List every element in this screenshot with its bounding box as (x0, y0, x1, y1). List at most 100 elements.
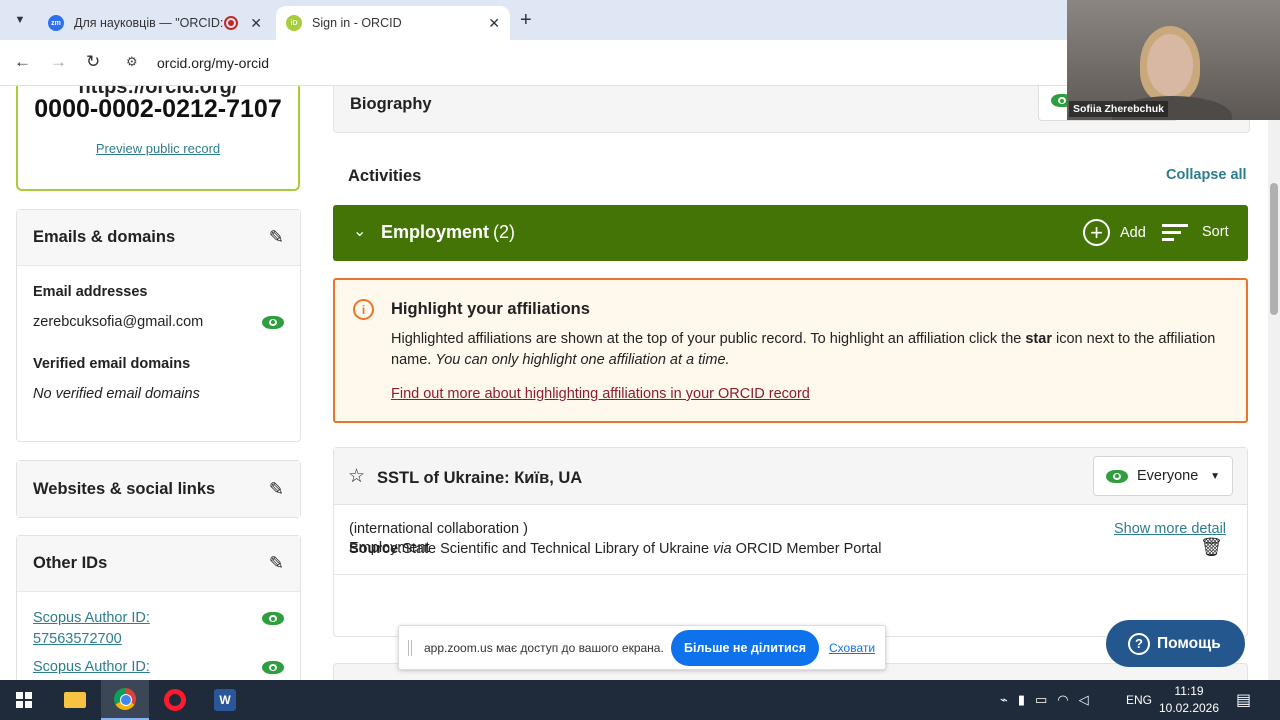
edit-pencil-icon[interactable]: ✎ (269, 479, 284, 500)
sort-button[interactable]: Sort (1162, 223, 1229, 241)
clock-date: 10.02.2026 (1158, 701, 1220, 715)
page-scrollbar[interactable] (1268, 86, 1280, 680)
highlight-affiliations-notice: i Highlight your affiliations Highlighte… (333, 278, 1248, 423)
orcid-id-number: 0000-0002-0212-7107 (34, 95, 282, 123)
websites-card: Websites & social links ✎ (16, 460, 301, 518)
other-ids-card-header: Other IDs ✎ (17, 536, 300, 592)
chrome-taskbar-button[interactable] (101, 680, 149, 720)
drag-handle-icon[interactable] (408, 640, 412, 656)
employment-title-text: Employment (381, 222, 490, 242)
word-taskbar-button[interactable]: W (201, 680, 249, 720)
notification-icon[interactable]: ▤ (1236, 680, 1251, 720)
preview-public-record-link[interactable]: Preview public record (18, 141, 298, 156)
windows-logo-icon (16, 692, 32, 708)
scrollbar-thumb[interactable] (1270, 183, 1278, 315)
hide-link[interactable]: Сховати (829, 641, 875, 655)
activities-heading: Activities (348, 167, 422, 185)
windows-taskbar: W ⌁ ▮ ▭ ◠ ◁ ENG 11:19 10.02.2026 ▤ (0, 680, 1280, 720)
source-label: Source (349, 541, 399, 557)
affiliation-title: SSTL of Ukraine: Київ, UA (377, 469, 583, 487)
list-item: Scopus Author ID: 57563572700 (33, 608, 284, 650)
notice-text-part: Highlighted affiliations are shown at th… (391, 331, 1026, 347)
info-icon: i (353, 299, 374, 320)
add-label: Add (1120, 224, 1146, 241)
add-employment-button[interactable]: + Add (1083, 219, 1146, 246)
orcid-id-card: https://orcid.org/ 0000-0002-0212-7107 P… (16, 86, 300, 191)
system-tray-icons[interactable]: ⌁ ▮ ▭ ◠ ◁ (1000, 680, 1089, 720)
zoom-share-message: app.zoom.us має доступ до вашого екрана. (424, 641, 664, 655)
visibility-eye-icon (1106, 469, 1128, 483)
new-tab-plus-icon[interactable]: + (520, 9, 532, 32)
zoom-share-bar: app.zoom.us має доступ до вашого екрана.… (398, 625, 886, 670)
tab-search-chevron-icon[interactable]: ▼ (8, 9, 32, 31)
visibility-dropdown[interactable]: Everyone ▼ (1093, 456, 1233, 496)
close-tab-icon[interactable]: ✕ (250, 15, 262, 32)
websites-title: Websites & social links (33, 479, 216, 498)
show-more-detail-link[interactable]: Show more detail (1114, 521, 1226, 537)
close-tab-icon[interactable]: ✕ (488, 15, 500, 32)
star-icon[interactable]: ☆ (348, 465, 365, 488)
opera-taskbar-button[interactable] (151, 680, 199, 720)
notice-text: Highlighted affiliations are shown at th… (391, 329, 1231, 371)
edit-pencil-icon[interactable]: ✎ (269, 227, 284, 248)
webcam-name-label: Sofiia Zherebchuk (1069, 101, 1169, 117)
word-icon: W (214, 689, 236, 711)
scopus-id-label-link[interactable]: Scopus Author ID: (33, 657, 150, 678)
websites-card-header: Websites & social links ✎ (17, 461, 300, 517)
chrome-icon (114, 688, 136, 710)
tab-zoom[interactable]: zm Для науковців — "ORCID: ✕ (38, 6, 272, 40)
start-button[interactable] (0, 680, 48, 720)
site-settings-icon[interactable]: ⚙ (126, 54, 138, 70)
battery-icon[interactable]: ▭ (1035, 692, 1047, 708)
edit-pencil-icon[interactable]: ✎ (269, 553, 284, 574)
source-org: State Scientific and Technical Library o… (402, 541, 710, 557)
help-button[interactable]: ? Помощь (1106, 620, 1245, 667)
webcam-face (1147, 34, 1193, 96)
scopus-id-value-link[interactable]: 57563572700 (33, 629, 150, 650)
file-explorer-button[interactable] (51, 680, 99, 720)
visibility-eye-icon[interactable] (262, 315, 284, 329)
scopus-id-label-link[interactable]: Scopus Author ID: (33, 608, 150, 629)
sort-label: Sort (1202, 224, 1229, 240)
chevron-down-icon[interactable]: ⌄ (353, 221, 366, 241)
usb-icon[interactable]: ▮ (1018, 692, 1025, 708)
opera-icon (164, 689, 186, 711)
verified-domains-label: Verified email domains (33, 356, 191, 372)
tab-orcid-signin[interactable]: iD Sign in - ORCID ✕ (276, 6, 510, 40)
collapse-all-link[interactable]: Collapse all (1166, 167, 1247, 183)
affiliation-source: Source:State Scientific and Technical Li… (349, 541, 882, 557)
emails-title: Emails & domains (33, 228, 176, 246)
clock-time: 11:19 (1174, 684, 1204, 698)
emails-card-header: Emails & domains ✎ (17, 210, 300, 266)
notice-title: Highlight your affiliations (391, 300, 590, 318)
email-value: zerebcuksofia@gmail.com (33, 314, 204, 330)
language-indicator[interactable]: ENG (1126, 680, 1152, 720)
highlight-info-link[interactable]: Find out more about highlighting affilia… (391, 386, 810, 402)
other-ids-title: Other IDs (33, 554, 108, 572)
network-icon[interactable]: ⌁ (1000, 692, 1008, 708)
visibility-eye-icon[interactable] (262, 612, 284, 625)
clock[interactable]: 11:19 10.02.2026 (1158, 680, 1220, 720)
orcid-favicon-icon: iD (286, 15, 302, 31)
employment-section-header[interactable]: ⌄ Employment (2) + Add Sort (333, 205, 1248, 261)
add-circle-icon: + (1083, 219, 1110, 246)
employment-count: (2) (493, 222, 516, 242)
stop-sharing-button[interactable]: Більше не ділитися (671, 630, 819, 666)
emails-card: Emails & domains ✎ Email addresses zereb… (16, 209, 301, 442)
source-via: via (713, 541, 732, 557)
url-field[interactable]: orcid.org/my-orcid (157, 55, 269, 71)
affiliation-header: ☆ SSTL of Ukraine: Київ, UA Everyone ▼ (334, 448, 1247, 505)
reload-icon[interactable]: ↻ (86, 52, 100, 72)
affiliation-body: (international collaboration ) Employmen… (334, 505, 1247, 575)
trash-icon[interactable]: 🗑 (1200, 537, 1223, 558)
forward-arrow-icon[interactable]: → (50, 52, 67, 72)
wifi-icon[interactable]: ◠ (1057, 692, 1068, 708)
volume-icon[interactable]: ◁ (1079, 692, 1089, 708)
webcam-overlay: Sofiia Zherebchuk (1067, 0, 1280, 120)
affiliation-card: ☆ SSTL of Ukraine: Київ, UA Everyone ▼ (… (333, 447, 1248, 637)
caret-down-icon: ▼ (1210, 470, 1220, 482)
folder-icon (64, 692, 86, 708)
visibility-eye-icon[interactable] (262, 661, 284, 674)
back-arrow-icon[interactable]: ← (14, 52, 31, 72)
orcid-page: https://orcid.org/ 0000-0002-0212-7107 P… (0, 86, 1268, 680)
